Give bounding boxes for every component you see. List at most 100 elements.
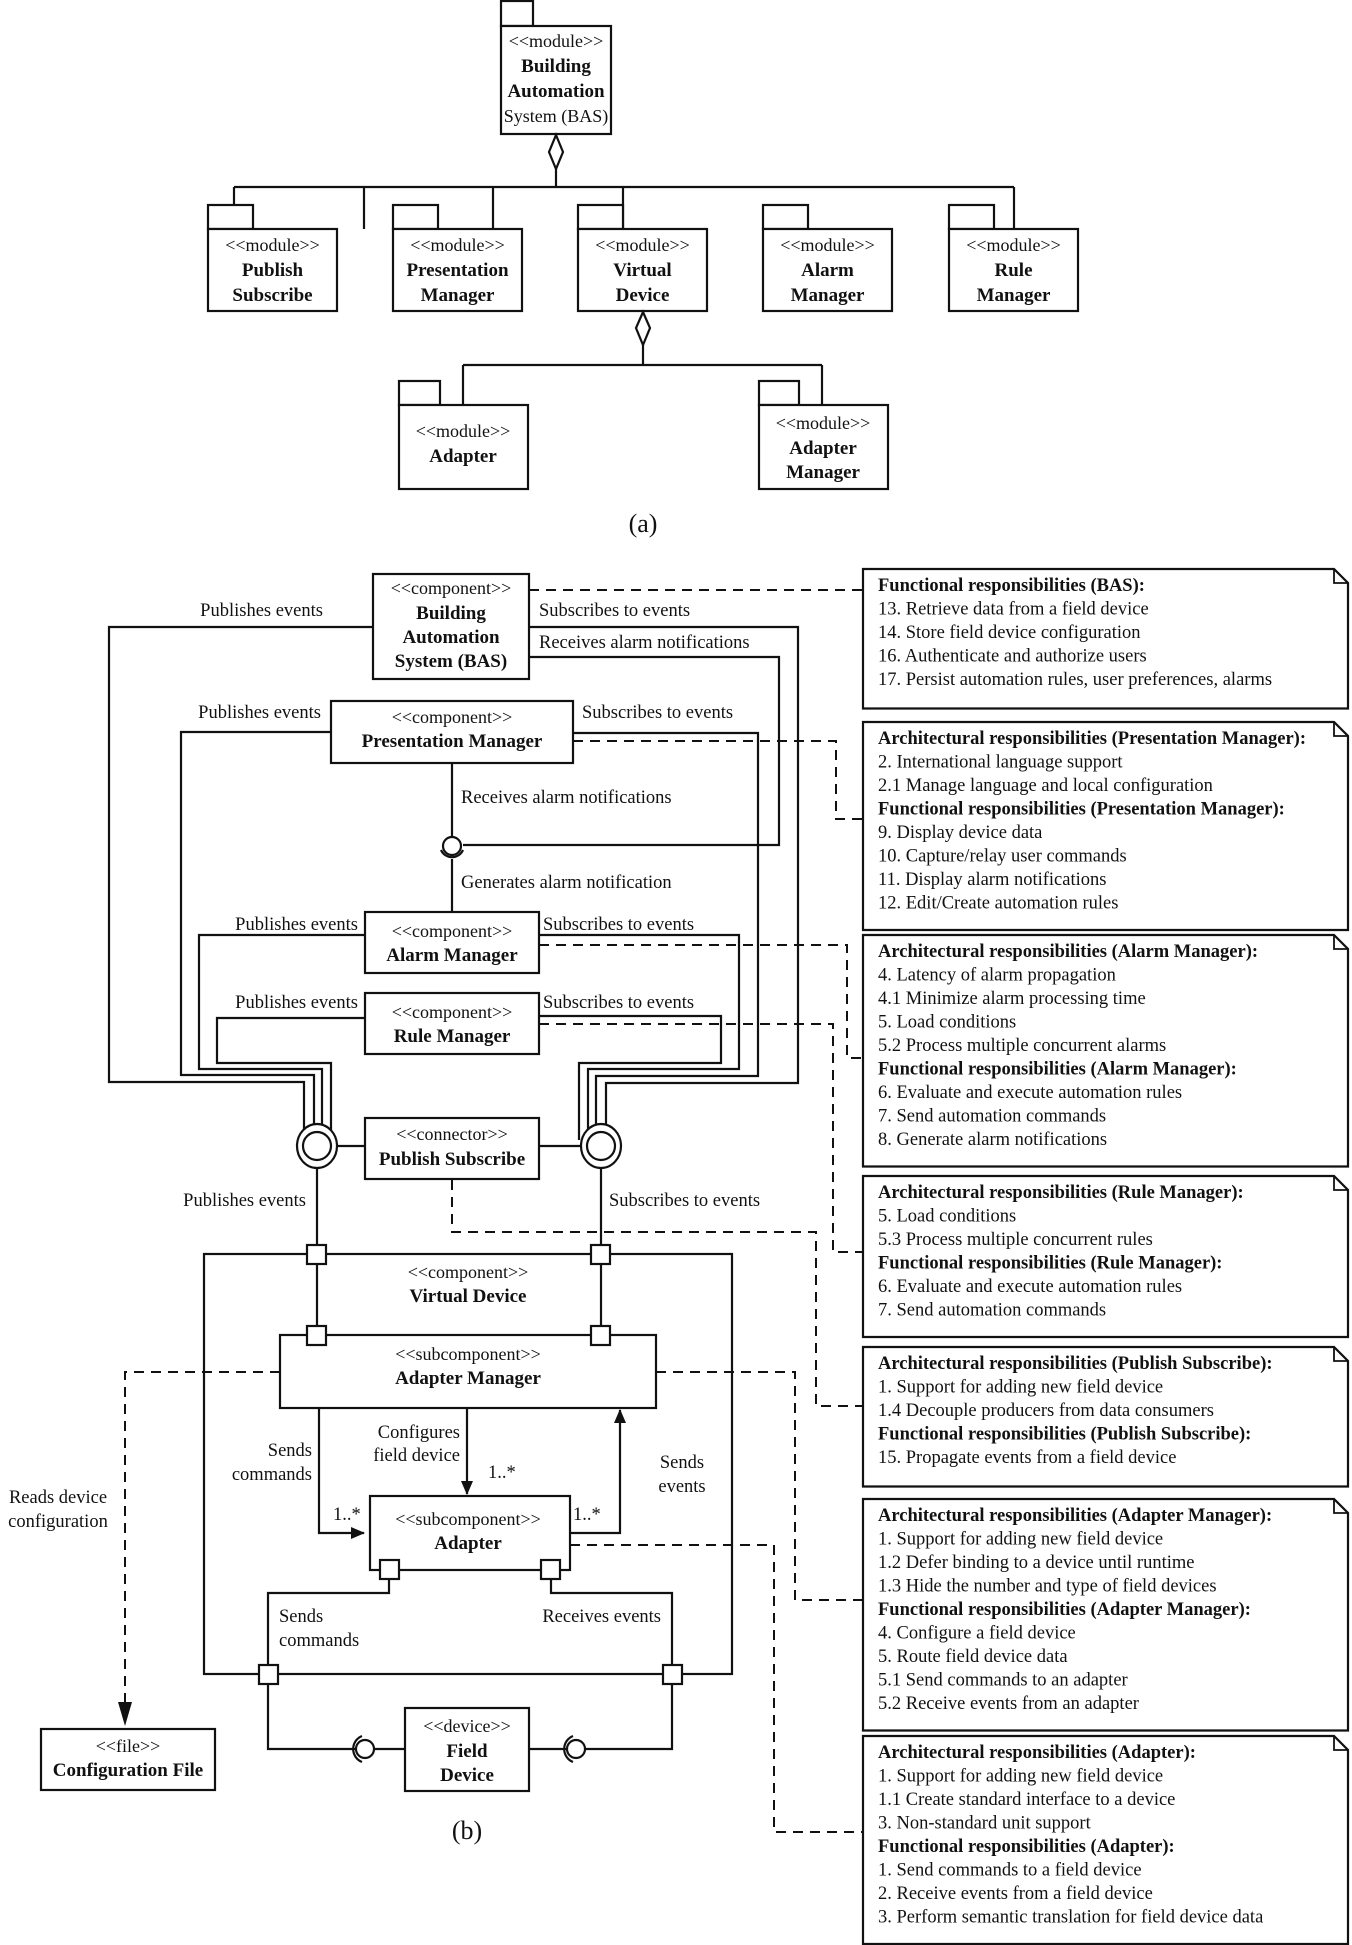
port-icon	[589, 1324, 612, 1347]
alarm-interface-ball-icon	[441, 835, 463, 857]
component-bas[interactable]: <<component>> Building Automation System…	[371, 572, 531, 681]
component-diagram-b: <<component>> Building Automation System…	[8, 567, 1350, 1945]
module-stereotype: <<module>>	[509, 31, 604, 51]
label-subscribes-to-events: Subscribes to events	[539, 601, 690, 621]
svg-text:<<module>>: <<module>>	[595, 235, 690, 255]
port-icon	[305, 1324, 328, 1347]
svg-text:Adapter: Adapter	[434, 1533, 502, 1554]
note-item: 12. Edit/Create automation rules	[878, 894, 1118, 914]
svg-text:<<module>>: <<module>>	[410, 235, 505, 255]
label-receives-events: Receives events	[542, 1607, 661, 1627]
note-item: 1. Support for adding new field device	[878, 1530, 1163, 1550]
svg-text:Adapter: Adapter	[789, 438, 857, 459]
aggregation-diamond	[634, 309, 652, 348]
svg-text:Device: Device	[440, 1765, 494, 1786]
note-item: 4. Configure a field device	[878, 1624, 1076, 1644]
note-item: 1.2 Defer binding to a device until runt…	[878, 1553, 1194, 1573]
multiplicity-label: 1..*	[573, 1505, 601, 1525]
label-publishes-events: Publishes events	[235, 993, 358, 1013]
label-generates-alarm-notification: Generates alarm notification	[461, 873, 672, 893]
note-item: 7. Send automation commands	[878, 1107, 1106, 1127]
architecture-diagram: <<module>> Building Automation System (B…	[8, 0, 1350, 1945]
note-item: 1. Support for adding new field device	[878, 1378, 1163, 1398]
note-item: 16. Authenticate and authorize users	[878, 647, 1147, 667]
device-field-device[interactable]: <<device>> Field Device	[403, 1706, 531, 1793]
note-item: 8. Generate alarm notifications	[878, 1130, 1107, 1150]
note-heading: Functional responsibilities (Adapter):	[878, 1837, 1175, 1857]
svg-text:Rule: Rule	[995, 260, 1033, 281]
note-item: 9. Display device data	[878, 823, 1042, 843]
note-item: 6. Evaluate and execute automation rules	[878, 1083, 1182, 1103]
svg-text:<<component>>: <<component>>	[391, 578, 512, 598]
note-heading: Architectural responsibilities (Alarm Ma…	[878, 942, 1258, 962]
caption-a: (a)	[629, 509, 658, 538]
svg-text:Configuration File: Configuration File	[53, 1760, 203, 1781]
note-alarm: Architectural responsibilities (Alarm Ma…	[861, 933, 1350, 1168]
note-presentation: Architectural responsibilities (Presenta…	[861, 720, 1350, 932]
svg-text:<<component>>: <<component>>	[392, 1002, 513, 1022]
svg-text:Presentation: Presentation	[406, 260, 508, 281]
module-bas: <<module>> Building Automation System (B…	[499, 0, 613, 136]
label-configures: Configures	[378, 1423, 460, 1443]
port-icon	[539, 1558, 562, 1581]
note-item: 1.4 Decouple producers from data consume…	[878, 1401, 1214, 1421]
note-item: 1. Support for adding new field device	[878, 1767, 1163, 1787]
note-item: 2. Receive events from a field device	[878, 1884, 1153, 1904]
label-receives-alarm-notifications: Receives alarm notifications	[461, 788, 672, 808]
label-publishes-events: Publishes events	[198, 703, 321, 723]
svg-text:<<component>>: <<component>>	[392, 707, 513, 727]
subscribe-interface-icon	[579, 1122, 623, 1170]
svg-text:<<connector>>: <<connector>>	[396, 1124, 508, 1144]
svg-text:<<module>>: <<module>>	[776, 413, 871, 433]
svg-text:Manager: Manager	[786, 462, 860, 483]
command-interface-ball-icon	[354, 1738, 376, 1760]
note-item: 3. Non-standard unit support	[878, 1814, 1092, 1834]
svg-text:<<file>>: <<file>>	[96, 1736, 161, 1756]
svg-text:Adapter: Adapter	[429, 446, 497, 467]
note-bas: Functional responsibilities (BAS): 13. Re…	[861, 567, 1350, 710]
file-configuration-file[interactable]: <<file>> Configuration File	[39, 1727, 217, 1792]
note-item: 5.2 Receive events from an adapter	[878, 1694, 1139, 1714]
note-item: 4.1 Minimize alarm processing time	[878, 989, 1146, 1009]
label-commands: commands	[279, 1631, 359, 1651]
svg-text:Building: Building	[521, 56, 591, 77]
responsibility-notes: Functional responsibilities (BAS): 13. Re…	[861, 567, 1350, 1945]
note-heading: Architectural responsibilities (Adapter)…	[878, 1743, 1196, 1763]
component-alarm-manager[interactable]: <<component>> Alarm Manager	[363, 910, 541, 975]
note-heading: Functional responsibilities (Publish Sub…	[878, 1425, 1251, 1445]
port-icon	[589, 1243, 612, 1266]
svg-text:<<module>>: <<module>>	[225, 235, 320, 255]
note-heading: Functional responsibilities (Presentatio…	[878, 800, 1285, 820]
svg-text:Virtual Device: Virtual Device	[410, 1286, 527, 1307]
note-item: 1.3 Hide the number and type of field de…	[878, 1577, 1217, 1597]
svg-text:Manager: Manager	[791, 285, 865, 306]
note-item: 14. Store field device configuration	[878, 623, 1141, 643]
caption-b: (b)	[452, 1816, 482, 1845]
note-item: 5. Load conditions	[878, 1207, 1016, 1227]
svg-text:Manager: Manager	[977, 285, 1051, 306]
note-item: 1.1 Create standard interface to a devic…	[878, 1790, 1175, 1810]
note-heading: Functional responsibilities (Adapter Man…	[878, 1600, 1251, 1620]
note-heading: Architectural responsibilities (Publish …	[878, 1354, 1273, 1374]
module-presentation-manager: <<module>> Presentation Manager	[391, 203, 524, 313]
component-presentation-manager[interactable]: <<component>> Presentation Manager	[329, 699, 575, 765]
note-item: 5.1 Send commands to an adapter	[878, 1671, 1128, 1691]
port-icon	[305, 1243, 328, 1266]
note-rule: Architectural responsibilities (Rule Man…	[861, 1174, 1350, 1339]
svg-text:System (BAS): System (BAS)	[504, 106, 609, 127]
svg-text:<<subcomponent>>: <<subcomponent>>	[395, 1344, 541, 1364]
label-commands: commands	[232, 1465, 312, 1485]
svg-text:Field: Field	[446, 1741, 488, 1762]
port-icon	[378, 1558, 401, 1581]
note-item: 5.2 Process multiple concurrent alarms	[878, 1036, 1166, 1056]
module-alarm-manager: <<module>> Alarm Manager	[761, 203, 894, 313]
connector-publish-subscribe[interactable]: <<connector>> Publish Subscribe	[363, 1116, 541, 1181]
label-sends: Sends	[268, 1441, 312, 1461]
note-item: 11. Display alarm notifications	[878, 870, 1106, 890]
label-subscribes-to-events: Subscribes to events	[582, 703, 733, 723]
module-diagram-a: <<module>> Building Automation System (B…	[206, 0, 1080, 538]
note-heading: Functional responsibilities (Alarm Manag…	[878, 1060, 1237, 1080]
port-icon	[257, 1663, 280, 1686]
component-rule-manager[interactable]: <<component>> Rule Manager	[363, 991, 541, 1056]
svg-text:Building: Building	[416, 603, 486, 624]
